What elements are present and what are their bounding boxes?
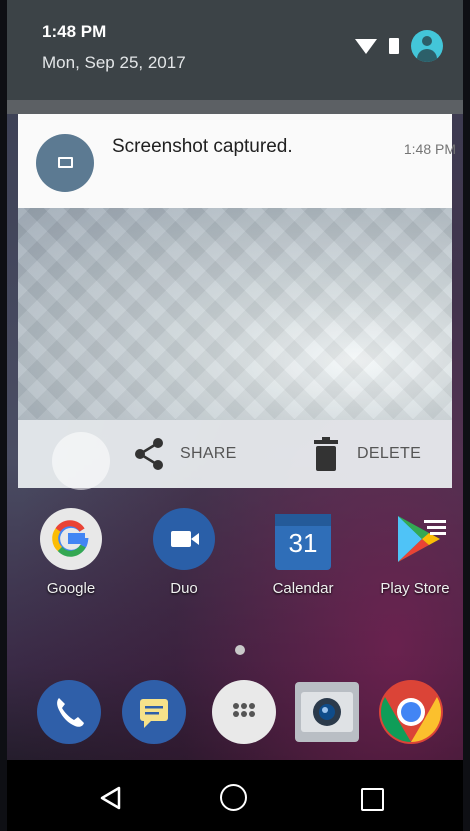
calendar-icon: 31 <box>275 514 331 570</box>
wifi-icon <box>355 38 377 54</box>
delete-label: DELETE <box>357 445 422 462</box>
google-icon <box>40 508 102 570</box>
app-google[interactable]: Google <box>21 508 121 597</box>
app-drawer-icon[interactable] <box>212 680 276 744</box>
app-play-store[interactable]: Play Store <box>365 508 463 597</box>
app-label: Google <box>46 580 96 597</box>
phone-icon[interactable] <box>37 680 101 744</box>
status-time: 1:48 PM <box>42 22 107 41</box>
page-indicator <box>235 645 245 655</box>
quick-settings-header[interactable]: 1:48 PM Mon, Sep 25, 2017 <box>7 0 463 100</box>
recents-icon[interactable] <box>361 788 384 811</box>
battery-icon <box>389 38 399 54</box>
home-icon[interactable] <box>220 784 247 811</box>
image-icon <box>36 134 94 192</box>
navigation-bar <box>7 760 463 831</box>
app-label: Calendar <box>272 580 334 597</box>
notification-time: 1:48 PM <box>403 141 456 157</box>
messages-icon[interactable] <box>122 680 186 744</box>
share-icon <box>135 438 163 470</box>
play-store-icon <box>384 508 446 570</box>
trash-icon <box>314 437 338 471</box>
back-icon[interactable] <box>99 786 123 810</box>
header-divider <box>7 100 463 114</box>
screenshot-preview-image[interactable] <box>18 208 452 420</box>
app-calendar[interactable]: 31 Calendar <box>253 508 353 597</box>
app-label: Duo <box>170 580 198 597</box>
status-icons <box>355 30 443 62</box>
calendar-day: 31 <box>288 528 318 558</box>
app-duo[interactable]: Duo <box>134 508 234 597</box>
user-avatar-icon[interactable] <box>411 30 443 62</box>
chrome-icon[interactable] <box>379 680 443 744</box>
notification-actions: SHARE DELETE <box>18 420 452 490</box>
notification-title: Screenshot captured. <box>112 136 293 157</box>
status-date[interactable]: Mon, Sep 25, 2017 <box>42 53 186 73</box>
camera-icon[interactable] <box>295 682 359 742</box>
app-label: Play Store <box>380 580 450 597</box>
screenshot-notification[interactable]: Screenshot captured. 1:48 PM <box>18 114 456 208</box>
duo-icon <box>153 508 215 570</box>
share-button[interactable]: SHARE <box>134 420 237 488</box>
phone-screen: 1:48 PM Mon, Sep 25, 2017 Screenshot cap… <box>7 0 463 831</box>
share-label: SHARE <box>180 445 237 462</box>
delete-button[interactable]: DELETE <box>311 420 421 488</box>
google-ghost-icon <box>52 432 110 490</box>
